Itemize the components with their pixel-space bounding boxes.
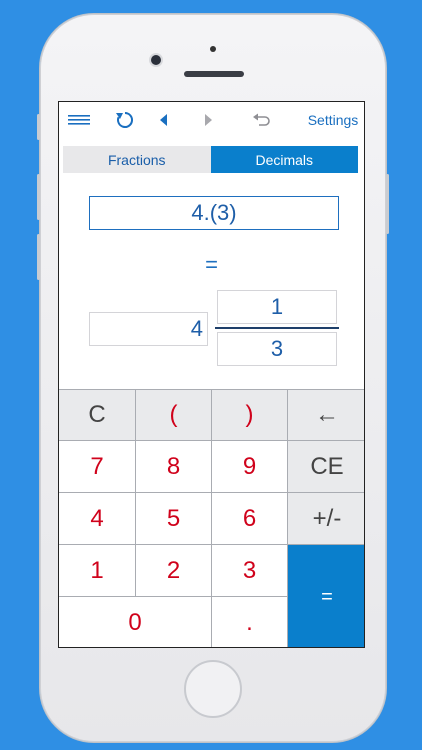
tab-decimals[interactable]: Decimals	[210, 146, 358, 173]
key-1[interactable]: 1	[59, 545, 136, 597]
clear-key[interactable]: C	[59, 389, 136, 441]
close-paren-key[interactable]: )	[212, 389, 288, 441]
forward-icon	[205, 114, 212, 126]
keypad: C ( ) ← 7 8 9 CE 4 5 6 +/- 1 2 3 = 0 .	[59, 389, 364, 647]
volume-down-button	[37, 234, 40, 280]
key-6[interactable]: 6	[212, 493, 288, 545]
key-0[interactable]: 0	[59, 597, 212, 647]
refresh-icon	[116, 112, 133, 128]
numerator-field[interactable]: 1	[217, 290, 337, 324]
undo-icon	[253, 113, 270, 126]
back-icon	[160, 114, 167, 126]
whole-number-field[interactable]: 4	[89, 312, 208, 346]
open-paren-key[interactable]: (	[136, 389, 212, 441]
decimal-input[interactable]: 4.(3)	[89, 196, 339, 230]
key-8[interactable]: 8	[136, 441, 212, 493]
key-3[interactable]: 3	[212, 545, 288, 597]
menu-button[interactable]	[63, 102, 95, 138]
key-2[interactable]: 2	[136, 545, 212, 597]
key-7[interactable]: 7	[59, 441, 136, 493]
home-button[interactable]	[184, 660, 242, 718]
proximity-sensor	[210, 46, 216, 52]
denominator-field[interactable]: 3	[217, 332, 337, 366]
key-4[interactable]: 4	[59, 493, 136, 545]
key-9[interactable]: 9	[212, 441, 288, 493]
earpiece-speaker	[184, 71, 244, 77]
toolbar: Settings	[59, 102, 364, 138]
tab-fractions[interactable]: Fractions	[63, 146, 211, 173]
power-button	[386, 174, 389, 234]
key-5[interactable]: 5	[136, 493, 212, 545]
volume-up-button	[37, 174, 40, 220]
app-screen: Settings Fractions Decimals 4.(3) = 4 1 …	[58, 101, 365, 648]
decimal-point-key[interactable]: .	[212, 597, 288, 647]
undo-button[interactable]	[247, 102, 275, 138]
settings-label: Settings	[307, 112, 359, 128]
back-button[interactable]	[153, 102, 175, 138]
equals-key[interactable]: =	[288, 545, 364, 647]
forward-button[interactable]	[197, 102, 219, 138]
front-camera	[151, 55, 161, 65]
clear-entry-key[interactable]: CE	[288, 441, 364, 493]
refresh-button[interactable]	[111, 102, 139, 138]
equals-label: =	[205, 252, 218, 277]
mode-tabs: Fractions Decimals	[63, 146, 358, 173]
settings-button[interactable]: Settings	[303, 102, 363, 138]
silent-switch	[37, 114, 40, 140]
backspace-key[interactable]: ←	[288, 389, 364, 441]
fraction-bar	[215, 327, 339, 329]
sign-toggle-key[interactable]: +/-	[288, 493, 364, 545]
menu-icon	[68, 115, 90, 125]
